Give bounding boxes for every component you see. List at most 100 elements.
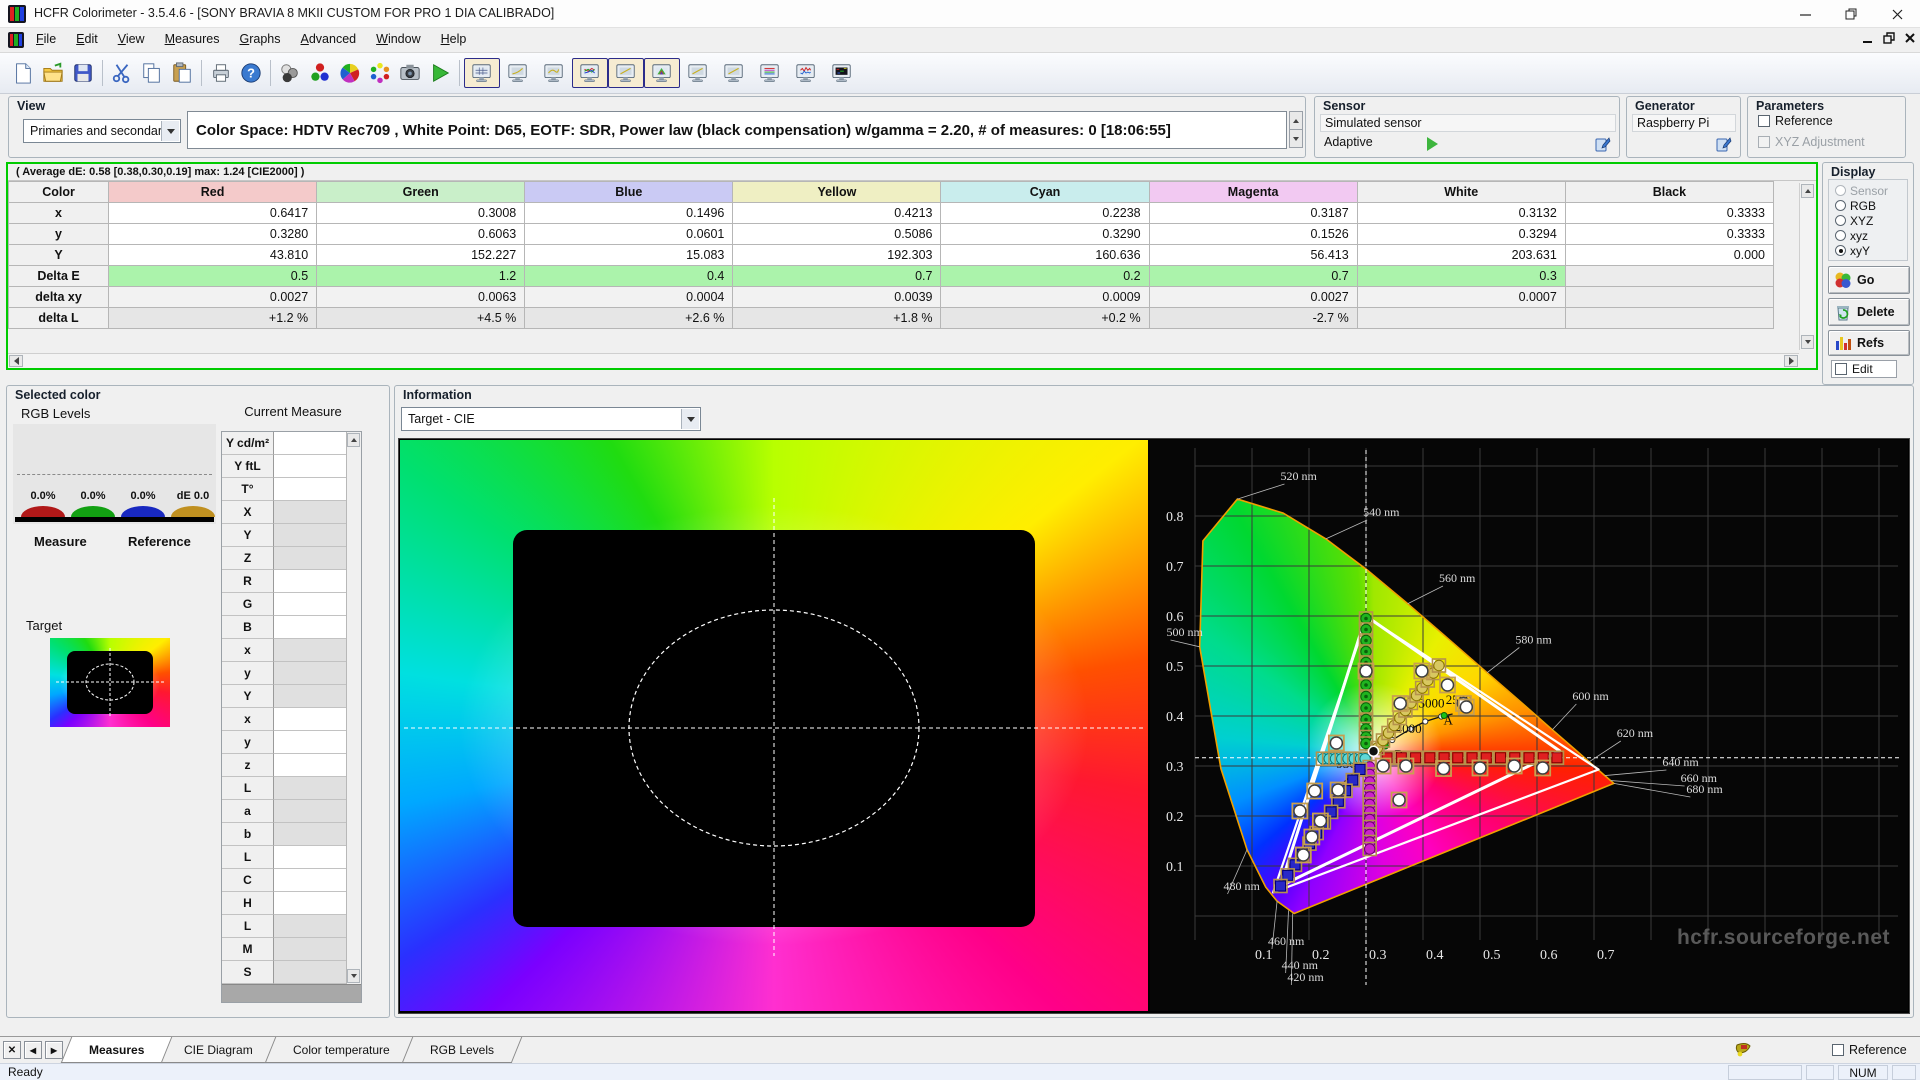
menu-item-graphs[interactable]: Graphs (230, 28, 291, 50)
view-gamma-button[interactable] (500, 58, 536, 88)
measure-secondaries-button[interactable] (335, 58, 365, 88)
tab-color-temperature[interactable]: Color temperature (265, 1037, 418, 1063)
cell-y-red[interactable]: 0.3280 (109, 224, 317, 245)
cell-Y-magenta[interactable]: 56.413 (1149, 245, 1357, 266)
tab-cie-diagram[interactable]: CIE Diagram (156, 1037, 281, 1063)
cell-delta-L-white[interactable] (1357, 308, 1565, 329)
measure-primaries-button[interactable] (305, 58, 335, 88)
cell-delta-xy-black[interactable] (1565, 287, 1773, 308)
view-luminance-button[interactable] (608, 58, 644, 88)
view-rgb-levels-button[interactable] (572, 58, 608, 88)
column-header-magenta[interactable]: Magenta (1149, 182, 1357, 203)
cell-y-cyan[interactable]: 0.3290 (941, 224, 1149, 245)
row-header-delta-e[interactable]: Delta E (9, 266, 109, 287)
view-measures-button[interactable] (464, 58, 500, 88)
checkbox-icon[interactable] (1758, 115, 1770, 127)
menu-item-measures[interactable]: Measures (155, 28, 230, 50)
go-button[interactable]: Go (1828, 266, 1910, 294)
cell-Delta-E-yellow[interactable]: 0.7 (733, 266, 941, 287)
cell-delta-L-green[interactable]: +4.5 % (317, 308, 525, 329)
radio-icon[interactable] (1835, 215, 1846, 226)
mdi-minimize-button[interactable] (1863, 32, 1873, 47)
cell-delta-L-yellow[interactable]: +1.8 % (733, 308, 941, 329)
reference-checkbox[interactable]: Reference (1832, 1043, 1907, 1057)
scroll-down-icon[interactable] (1801, 335, 1814, 349)
spinner-down-icon[interactable] (1289, 129, 1303, 148)
sensor-config-icon[interactable] (1595, 136, 1611, 155)
column-header-yellow[interactable]: Yellow (733, 182, 941, 203)
column-header-red[interactable]: Red (109, 182, 317, 203)
radio-icon[interactable] (1835, 245, 1846, 256)
column-header-black[interactable]: Black (1565, 182, 1773, 203)
radio-icon[interactable] (1835, 230, 1846, 241)
radio-icon[interactable] (1835, 200, 1846, 211)
column-header-blue[interactable]: Blue (525, 182, 733, 203)
cell-delta-xy-red[interactable]: 0.0027 (109, 287, 317, 308)
checkbox-icon[interactable] (1835, 363, 1847, 375)
cell-Delta-E-black[interactable] (1565, 266, 1773, 287)
refs-button[interactable]: Refs (1828, 330, 1910, 356)
cell-Y-black[interactable]: 0.000 (1565, 245, 1773, 266)
cell-Y-white[interactable]: 203.631 (1357, 245, 1565, 266)
cell-Delta-E-green[interactable]: 1.2 (317, 266, 525, 287)
cell-y-blue[interactable]: 0.0601 (525, 224, 733, 245)
menu-item-edit[interactable]: Edit (66, 28, 108, 50)
run-measures-button[interactable] (425, 58, 455, 88)
minimize-button[interactable] (1782, 0, 1828, 28)
checkbox-icon[interactable] (1832, 1044, 1844, 1056)
row-header-y[interactable]: Y (9, 245, 109, 266)
view-color-temperature-button[interactable] (752, 58, 788, 88)
document-icon[interactable] (8, 32, 24, 48)
cell-x-cyan[interactable]: 0.2238 (941, 203, 1149, 224)
snapshot-button[interactable] (395, 58, 425, 88)
tab-prev-button[interactable]: ◀ (24, 1041, 42, 1059)
spinner-up-icon[interactable] (1289, 111, 1303, 130)
row-header-delta-l[interactable]: delta L (9, 308, 109, 329)
sensor-run-icon[interactable] (1427, 137, 1438, 154)
cell-y-black[interactable]: 0.3333 (1565, 224, 1773, 245)
column-header-cyan[interactable]: Cyan (941, 182, 1149, 203)
measure-grayscale-button[interactable] (275, 58, 305, 88)
scroll-up-icon[interactable] (1801, 184, 1814, 198)
delete-button[interactable]: Delete (1828, 298, 1910, 326)
cell-Y-blue[interactable]: 15.083 (525, 245, 733, 266)
menu-item-view[interactable]: View (108, 28, 155, 50)
cell-x-yellow[interactable]: 0.4213 (733, 203, 941, 224)
cell-x-magenta[interactable]: 0.3187 (1149, 203, 1357, 224)
menu-item-help[interactable]: Help (431, 28, 477, 50)
cell-x-red[interactable]: 0.6417 (109, 203, 317, 224)
view-free-measures-button[interactable] (824, 58, 860, 88)
copy-button[interactable] (137, 58, 167, 88)
dropdown-arrow-icon[interactable] (681, 409, 699, 429)
cell-delta-xy-white[interactable]: 0.0007 (1357, 287, 1565, 308)
scroll-up-icon[interactable] (347, 433, 360, 447)
display-option-rgb[interactable]: RGB (1835, 198, 1907, 213)
cell-delta-L-magenta[interactable]: -2.7 % (1149, 308, 1357, 329)
cell-x-black[interactable]: 0.3333 (1565, 203, 1773, 224)
help-button[interactable]: ? (236, 58, 266, 88)
display-option-xyz[interactable]: XYZ (1835, 213, 1907, 228)
cell-delta-xy-cyan[interactable]: 0.0009 (941, 287, 1149, 308)
tab-rgb-levels[interactable]: RGB Levels (402, 1037, 523, 1063)
cell-delta-L-black[interactable] (1565, 308, 1773, 329)
measure-saturations-button[interactable] (365, 58, 395, 88)
view-cie-diagram-button[interactable] (644, 58, 680, 88)
tab-close-button[interactable]: ✕ (3, 1041, 21, 1059)
cell-Delta-E-blue[interactable]: 0.4 (525, 266, 733, 287)
column-header-white[interactable]: White (1357, 182, 1565, 203)
mdi-restore-button[interactable] (1883, 32, 1895, 47)
cell-y-white[interactable]: 0.3294 (1357, 224, 1565, 245)
cell-Y-cyan[interactable]: 160.636 (941, 245, 1149, 266)
row-header-delta-xy[interactable]: delta xy (9, 287, 109, 308)
scroll-right-icon[interactable] (1784, 355, 1798, 367)
cell-Y-green[interactable]: 152.227 (317, 245, 525, 266)
cell-delta-xy-magenta[interactable]: 0.0027 (1149, 287, 1357, 308)
view-contrast-button[interactable] (680, 58, 716, 88)
view-nearblack-button[interactable] (536, 58, 572, 88)
measure-list-scrollbar[interactable] (346, 432, 361, 984)
generator-config-icon[interactable] (1716, 136, 1732, 155)
row-header-y[interactable]: y (9, 224, 109, 245)
table-vertical-scrollbar[interactable] (1799, 183, 1814, 350)
menu-item-advanced[interactable]: Advanced (291, 28, 367, 50)
cell-delta-L-red[interactable]: +1.2 % (109, 308, 317, 329)
